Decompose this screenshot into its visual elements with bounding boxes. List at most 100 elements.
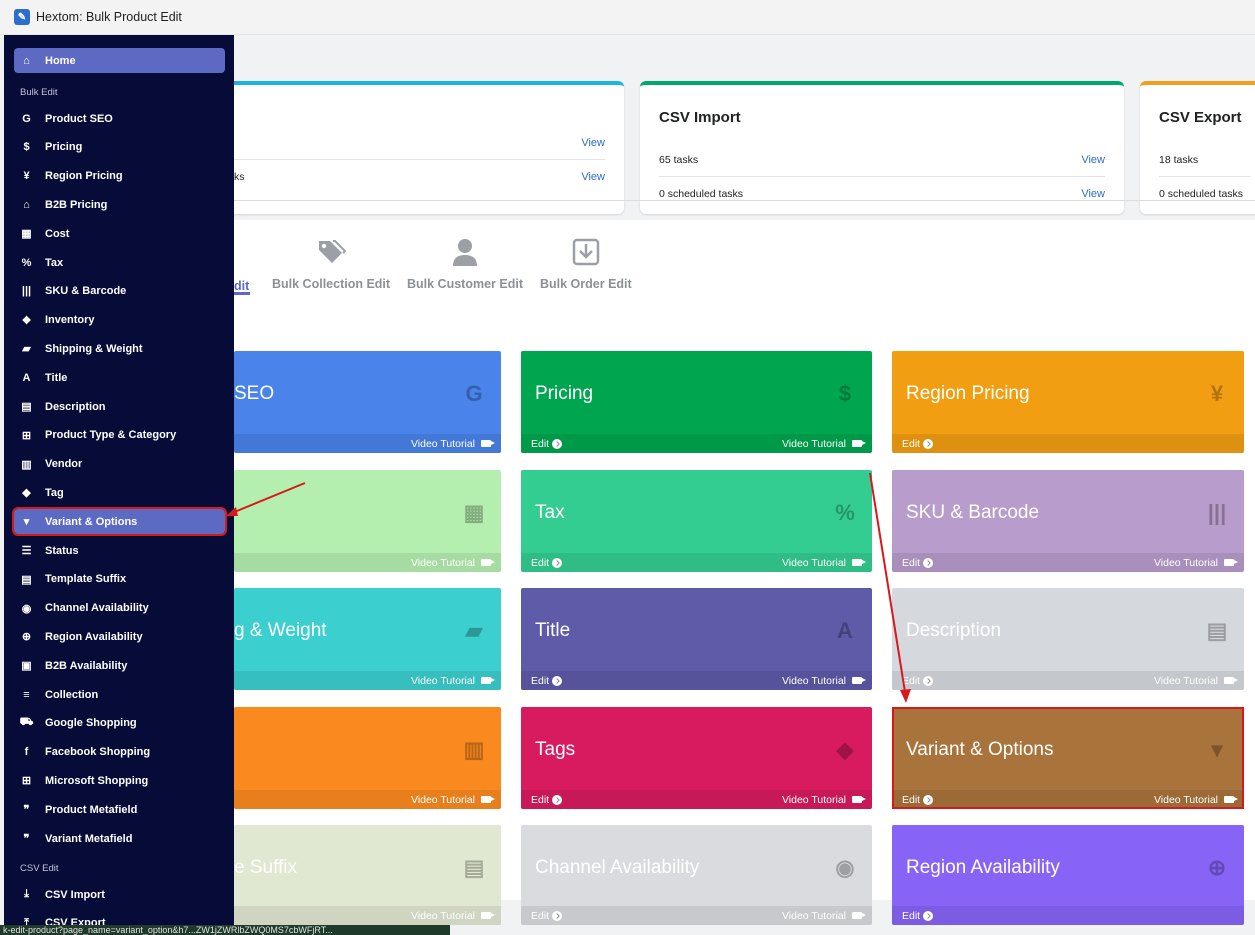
tile-g-weight[interactable]: g & Weight ▰ Video Tutorial [234, 588, 501, 690]
tab-bulk-product-edit[interactable]: dit [234, 279, 249, 293]
sidebar-item-facebook-shopping[interactable]: f Facebook Shopping [14, 740, 225, 765]
video-camera-icon [852, 912, 866, 919]
view-link[interactable]: View [581, 171, 605, 183]
edit-link[interactable]: Edit [531, 557, 563, 569]
tab-bulk-customer-edit[interactable]: Bulk Customer Edit [407, 237, 523, 291]
sidebar-item-region-availability[interactable]: ⊕ Region Availability [14, 624, 225, 649]
quote-icon: ❞ [23, 804, 30, 817]
window-titlebar: ✎ Hextom: Bulk Product Edit [0, 0, 1255, 35]
view-link[interactable]: View [1081, 154, 1105, 166]
tile-channel-availability[interactable]: Channel Availability ◉ Edit Video Tutorial [521, 825, 872, 925]
video-camera-icon [1224, 677, 1238, 684]
video-tutorial-link[interactable]: Video Tutorial [782, 910, 866, 922]
sidebar-item-channel-availability[interactable]: ◉ Channel Availability [14, 596, 225, 621]
yen-icon: ¥ [1210, 381, 1224, 406]
tile-footer: Edit [892, 906, 1244, 925]
video-tutorial-link[interactable]: Video Tutorial [411, 910, 495, 922]
sidebar-item-title[interactable]: A Title [14, 365, 225, 390]
sidebar-item-variant-options[interactable]: ▾ Variant & Options [12, 507, 227, 537]
tile-title: SEO [234, 383, 275, 404]
video-tutorial-link[interactable]: Video Tutorial [411, 675, 495, 687]
sidebar-item-product-metafield[interactable]: ❞ Product Metafield [14, 797, 225, 822]
tile-seo[interactable]: SEO G Video Tutorial [234, 351, 501, 453]
edit-link[interactable]: Edit [531, 910, 563, 922]
sidebar-item-tax[interactable]: % Tax [14, 250, 225, 275]
tile-region-pricing[interactable]: Region Pricing ¥ Edit [892, 351, 1244, 453]
tags-icon [319, 240, 347, 263]
sidebar-item-tag[interactable]: ◆ Tag [14, 480, 225, 505]
video-camera-icon [852, 559, 866, 566]
eye-icon: ◉ [21, 602, 32, 615]
sidebar-item-product-type-category[interactable]: ⊞ Product Type & Category [14, 423, 225, 448]
video-tutorial-link[interactable]: Video Tutorial [782, 794, 866, 806]
sidebar-item-template-suffix[interactable]: ▤ Template Suffix [14, 567, 225, 592]
sidebar-item-region-pricing[interactable]: ¥ Region Pricing [14, 164, 225, 189]
sidebar-item-b2b-availability[interactable]: ▣ B2B Availability [14, 653, 225, 678]
font-icon: A [837, 618, 853, 643]
tile-sku-barcode[interactable]: SKU & Barcode ||| Edit Video Tutorial [892, 470, 1244, 572]
tile-footer: Edit Video Tutorial [521, 671, 872, 690]
tile-footer: Edit Video Tutorial [892, 671, 1244, 690]
tile-pricing[interactable]: Pricing $ Edit Video Tutorial [521, 351, 872, 453]
video-camera-icon [481, 912, 495, 919]
edit-link[interactable]: Edit [902, 438, 934, 450]
table-icon: ⊞ [21, 429, 32, 442]
tile-footer: Edit Video Tutorial [521, 434, 872, 453]
sidebar-item-sku-barcode[interactable]: ||| SKU & Barcode [14, 279, 225, 304]
sidebar-item-b2b-pricing[interactable]: ⌂ B2B Pricing [14, 192, 225, 217]
video-tutorial-link[interactable]: Video Tutorial [1154, 675, 1238, 687]
sidebar-item-status[interactable]: ☰ Status [14, 538, 225, 563]
calculator-icon: ▦ [463, 500, 485, 525]
sidebar-item-csv-import[interactable]: ⤓ CSV Import [14, 882, 225, 907]
bank-icon: ⌂ [23, 198, 30, 211]
view-link[interactable]: View [1081, 188, 1105, 200]
cart-icon: ⛟ [19, 716, 34, 729]
video-tutorial-link[interactable]: Video Tutorial [411, 557, 495, 569]
video-tutorial-link[interactable]: Video Tutorial [411, 794, 495, 806]
google-icon: G [22, 112, 31, 125]
sidebar-item-variant-metafield[interactable]: ❞ Variant Metafield [14, 826, 225, 851]
tab-bulk-order-edit[interactable]: Bulk Order Edit [540, 237, 632, 291]
sidebar-item-cost[interactable]: ▦ Cost [14, 221, 225, 246]
stat-row-scheduled: 0 scheduled tasks View [659, 187, 1105, 200]
tile-e-suffix[interactable]: e Suffix ▤ Video Tutorial [234, 825, 501, 925]
sidebar-item-pricing[interactable]: $ Pricing [14, 135, 225, 160]
tile-partial-9[interactable]: ▥ Video Tutorial [234, 707, 501, 809]
edit-link[interactable]: Edit [902, 557, 934, 569]
edit-link[interactable]: Edit [902, 910, 934, 922]
edit-link[interactable]: Edit [531, 438, 563, 450]
video-tutorial-link[interactable]: Video Tutorial [782, 438, 866, 450]
edit-link[interactable]: Edit [531, 675, 563, 687]
edit-link[interactable]: Edit [902, 675, 934, 687]
video-tutorial-link[interactable]: Video Tutorial [411, 438, 495, 450]
edit-link[interactable]: Edit [531, 794, 563, 806]
video-tutorial-link[interactable]: Video Tutorial [782, 557, 866, 569]
video-camera-icon [852, 796, 866, 803]
tile-footer: Video Tutorial [234, 434, 501, 453]
sidebar-item-shipping-weight[interactable]: ▰ Shipping & Weight [14, 336, 225, 361]
sidebar-item-inventory[interactable]: ❖ Inventory [14, 308, 225, 333]
tile-tax[interactable]: Tax% Edit Video Tutorial [521, 470, 872, 572]
video-tutorial-link[interactable]: Video Tutorial [1154, 557, 1238, 569]
tile-partial-3[interactable]: ▦ Video Tutorial [234, 470, 501, 572]
tile-footer: Edit Video Tutorial [892, 553, 1244, 572]
video-tutorial-link[interactable]: Video Tutorial [782, 675, 866, 687]
sidebar-item-microsoft-shopping[interactable]: ⊞ Microsoft Shopping [14, 768, 225, 793]
sidebar-item-product-seo[interactable]: G Product SEO [14, 106, 225, 131]
sidebar-item-collection[interactable]: ≡ Collection [14, 682, 225, 707]
sidebar-item-description[interactable]: ▤ Description [14, 394, 225, 419]
section-divider [234, 200, 1255, 201]
tile-tags[interactable]: Tags ◆ Edit Video Tutorial [521, 707, 872, 809]
percent-icon: % [835, 500, 855, 525]
tile-description[interactable]: Description ▤ Edit Video Tutorial [892, 588, 1244, 690]
file-icon: ▤ [21, 573, 32, 586]
view-link[interactable]: View [581, 137, 605, 149]
sidebar-item-vendor[interactable]: ▥ Vendor [14, 452, 225, 477]
arrow-circle-right-icon [923, 438, 934, 449]
sidebar-item-home[interactable]: ⌂ Home [14, 48, 225, 73]
sidebar-item-google-shopping[interactable]: ⛟ Google Shopping [14, 711, 225, 736]
tab-bulk-collection-edit[interactable]: Bulk Collection Edit [272, 237, 390, 291]
arrow-circle-right-icon [552, 910, 563, 921]
tile-title[interactable]: Title A Edit Video Tutorial [521, 588, 872, 690]
tile-region-availability[interactable]: Region Availability ⊕ Edit [892, 825, 1244, 925]
